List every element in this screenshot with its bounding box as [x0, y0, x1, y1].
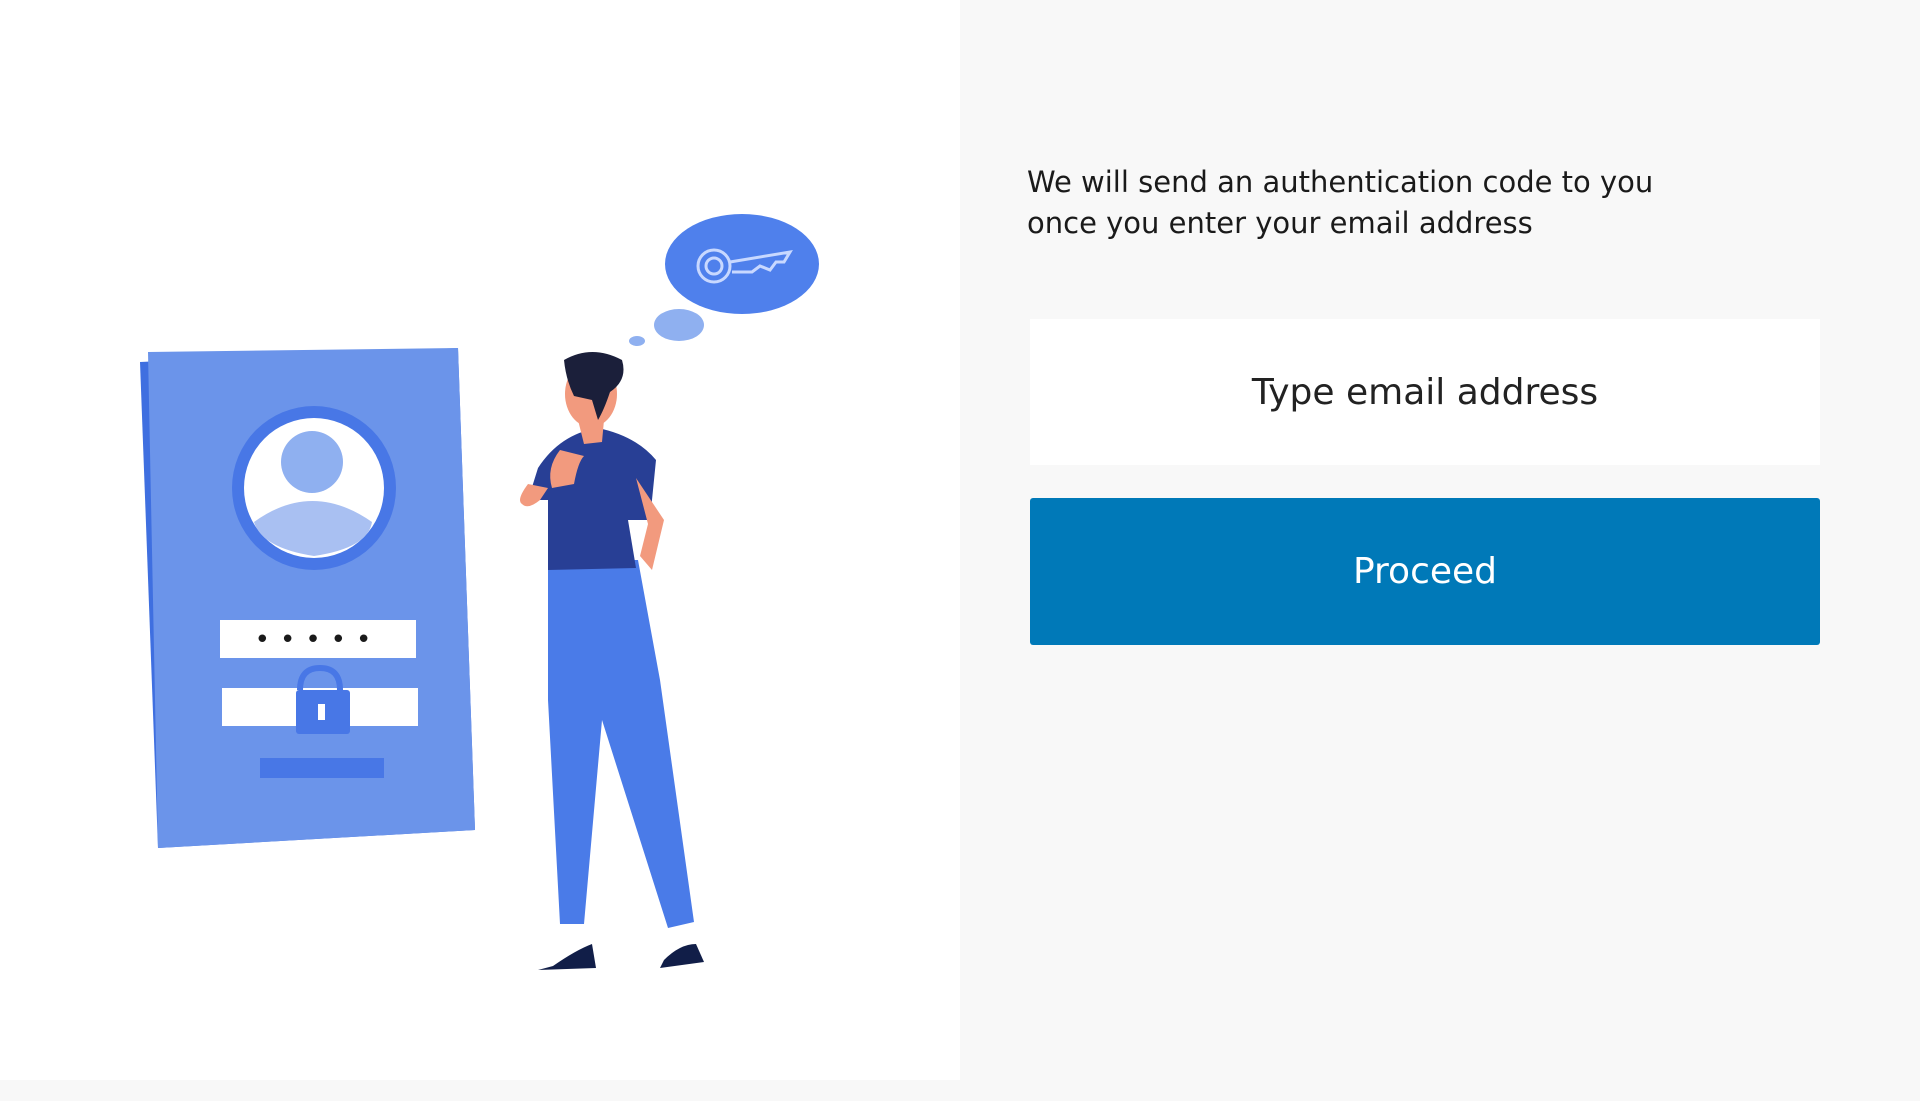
email-input[interactable] — [1030, 319, 1820, 465]
login-button-graphic — [260, 758, 384, 778]
masked-password-text: ••••• — [255, 625, 382, 655]
thought-bubble — [629, 214, 819, 346]
instruction-line-1: We will send an authentication code to y… — [1027, 165, 1654, 199]
person-graphic — [520, 352, 704, 970]
bottom-strip — [0, 1080, 960, 1101]
login-card-graphic: ••••• — [140, 348, 475, 848]
login-page: ••••• We will send an authentication cod… — [0, 0, 1920, 1101]
instruction-line-2: once you enter your email address — [1027, 206, 1533, 240]
illustration-panel: ••••• — [0, 0, 960, 1080]
auth-form-panel: We will send an authentication code to y… — [960, 0, 1920, 1101]
instruction-text: We will send an authentication code to y… — [1027, 162, 1727, 244]
proceed-button[interactable]: Proceed — [1030, 498, 1820, 645]
user-avatar-icon — [232, 406, 396, 570]
login-illustration: ••••• — [140, 214, 819, 970]
